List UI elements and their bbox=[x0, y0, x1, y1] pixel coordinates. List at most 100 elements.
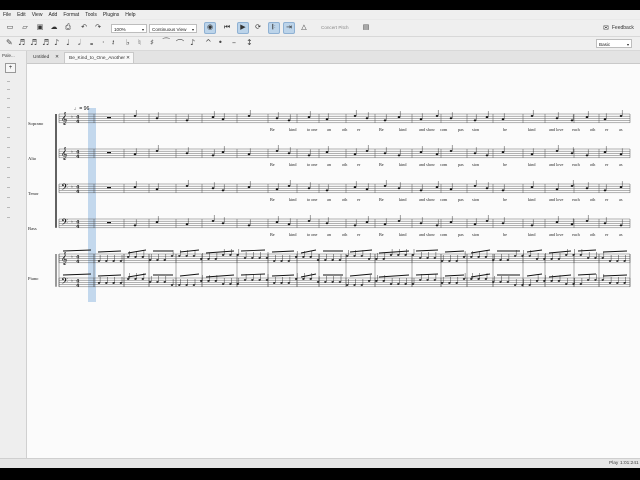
concert-pitch-toggle[interactable]: Concert Pitch bbox=[321, 25, 349, 30]
metronome-button[interactable]: △ bbox=[298, 22, 310, 34]
note-head bbox=[302, 278, 305, 280]
lyric-syllable: each bbox=[572, 197, 581, 202]
palette-item[interactable] bbox=[7, 117, 10, 118]
play-button[interactable]: ▶ bbox=[237, 22, 249, 34]
tab-be-kind[interactable]: Be_Kind_to_One_Another ✕ bbox=[64, 52, 134, 63]
score-canvas[interactable]: 𝄞 ♭ 4 4 𝄞 ♭ 4 4 𝄢 ♭ 4 4 𝄢 ♭ 4 4 𝄞 ♭ 4 4 𝄢 ♭ 4 4 ♩= 96 Soprano Alto… bbox=[27, 64, 640, 458]
sharp-icon[interactable]: ♯ bbox=[150, 38, 154, 47]
palette-item[interactable] bbox=[7, 157, 10, 158]
note-input-mode-icon[interactable]: ✎ bbox=[6, 38, 13, 47]
palette-item[interactable] bbox=[7, 177, 10, 178]
rest-icon[interactable]: 𝄽 bbox=[112, 38, 114, 48]
add-palette-button[interactable]: + bbox=[5, 63, 16, 73]
palette-item[interactable] bbox=[7, 187, 10, 188]
palette-item[interactable] bbox=[7, 107, 10, 108]
note-head bbox=[236, 283, 239, 285]
midi-input-button[interactable]: ◉ bbox=[204, 22, 216, 34]
menu-edit[interactable]: Edit bbox=[17, 12, 26, 18]
acciaccatura-icon[interactable]: ♪ bbox=[190, 38, 195, 47]
note-head bbox=[619, 153, 623, 156]
lyric-syllable: kind bbox=[528, 232, 536, 237]
staccato-icon[interactable]: • bbox=[218, 38, 223, 47]
menu-help[interactable]: Help bbox=[125, 12, 135, 18]
palette-item[interactable] bbox=[7, 207, 10, 208]
print-icon[interactable]: ⎙ bbox=[64, 24, 72, 32]
rewind-button[interactable]: ⏮ bbox=[221, 22, 233, 34]
note-whole-icon[interactable]: 𝅝 bbox=[90, 38, 93, 48]
palette-item[interactable] bbox=[7, 89, 10, 90]
palette-item[interactable] bbox=[7, 167, 10, 168]
menu-view[interactable]: View bbox=[32, 12, 43, 18]
note-32nd-icon[interactable]: ♬ bbox=[30, 38, 37, 47]
palette-item[interactable] bbox=[7, 197, 10, 198]
score-view[interactable]: 𝄞 ♭ 44𝄞 ♭ 44𝄢 ♭ 44𝄢 ♭ 44𝄞 ♭ 44𝄢 ♭ 44♩= 96SopranoAlto… bbox=[27, 64, 640, 458]
note-16th-icon[interactable]: ♬ bbox=[42, 38, 49, 47]
note-quarter-icon[interactable]: ♩ bbox=[66, 38, 70, 47]
open-folder-icon[interactable]: ▱ bbox=[21, 24, 29, 32]
menu-format[interactable]: Format bbox=[63, 12, 79, 18]
note-half-icon[interactable]: 𝅗𝅥 bbox=[78, 38, 81, 48]
tenuto-icon[interactable]: – bbox=[232, 38, 236, 47]
close-icon[interactable]: ✕ bbox=[126, 53, 130, 64]
menu-tools[interactable]: Tools bbox=[85, 12, 97, 18]
menu-plugins[interactable]: Plugins bbox=[103, 12, 119, 18]
zoom-select[interactable]: 100% ▾ bbox=[111, 24, 147, 33]
redo-icon[interactable]: ↷ bbox=[94, 24, 102, 32]
tie-icon[interactable]: ⁀ bbox=[163, 38, 169, 47]
note-head bbox=[521, 284, 524, 286]
palette-item[interactable] bbox=[7, 81, 10, 82]
note-head bbox=[501, 151, 505, 154]
marcato-icon[interactable]: ^ bbox=[205, 38, 212, 47]
note-head bbox=[307, 116, 311, 119]
note-head bbox=[185, 284, 188, 286]
note-head bbox=[353, 115, 357, 117]
clef: 𝄞 bbox=[61, 112, 68, 125]
lyric-syllable: er bbox=[605, 232, 609, 237]
dot-icon[interactable]: · bbox=[102, 38, 105, 47]
palette-item[interactable] bbox=[7, 147, 10, 148]
note-head bbox=[535, 280, 539, 282]
close-icon[interactable]: ✕ bbox=[55, 52, 59, 63]
palette-item[interactable] bbox=[7, 137, 10, 138]
lyric-syllable: er bbox=[357, 232, 361, 237]
pan-score-button[interactable]: ⇥ bbox=[283, 22, 295, 34]
lyric-syllable: kind bbox=[528, 162, 536, 167]
note-head bbox=[148, 281, 152, 283]
undo-icon[interactable]: ↶ bbox=[80, 24, 88, 32]
flip-icon[interactable]: ↕ bbox=[246, 38, 253, 47]
lyric-syllable: oth bbox=[342, 162, 348, 167]
lyric-syllable: er bbox=[605, 197, 609, 202]
note-head bbox=[492, 259, 495, 261]
natural-icon[interactable]: ♮ bbox=[138, 38, 141, 47]
note-head bbox=[105, 260, 108, 262]
lyric-syllable: er bbox=[357, 197, 361, 202]
tab-untitled[interactable]: Untitled ✕ bbox=[29, 52, 62, 63]
note-head bbox=[470, 278, 473, 280]
new-file-icon[interactable]: ▭ bbox=[6, 24, 14, 32]
rewind-icon: ⏮ bbox=[223, 24, 231, 31]
loop-button[interactable]: ⟳ bbox=[252, 22, 264, 34]
note-64th-icon[interactable]: ♬ bbox=[18, 38, 25, 47]
note-head bbox=[397, 220, 401, 222]
play-repeats-button[interactable]: 𝄆 bbox=[268, 22, 280, 34]
voice-select[interactable]: Basic ▾ bbox=[596, 39, 632, 48]
time-signature-bottom: 4 bbox=[76, 189, 80, 195]
flat-icon[interactable]: ♭ bbox=[126, 38, 130, 47]
palette-item[interactable] bbox=[7, 127, 10, 128]
menu-file[interactable]: File bbox=[3, 12, 11, 18]
image-capture-icon[interactable]: ▤ bbox=[362, 24, 370, 32]
feedback-button[interactable]: ✉ Feedback bbox=[603, 24, 634, 32]
view-mode-select[interactable]: Continuous View ▾ bbox=[149, 24, 197, 33]
save-icon[interactable]: ▣ bbox=[36, 24, 44, 32]
note-head bbox=[307, 220, 311, 222]
palette-item[interactable] bbox=[7, 98, 10, 99]
note-head bbox=[550, 258, 553, 260]
note-eighth-icon[interactable]: ♪ bbox=[54, 38, 59, 47]
cloud-upload-icon[interactable]: ☁ bbox=[50, 24, 58, 32]
note-head bbox=[346, 255, 349, 257]
palette-item[interactable] bbox=[7, 217, 10, 218]
note-head bbox=[397, 187, 401, 190]
menu-add[interactable]: Add bbox=[48, 12, 57, 18]
slur-icon[interactable]: ⌒ bbox=[176, 38, 184, 49]
note-head bbox=[275, 188, 279, 191]
